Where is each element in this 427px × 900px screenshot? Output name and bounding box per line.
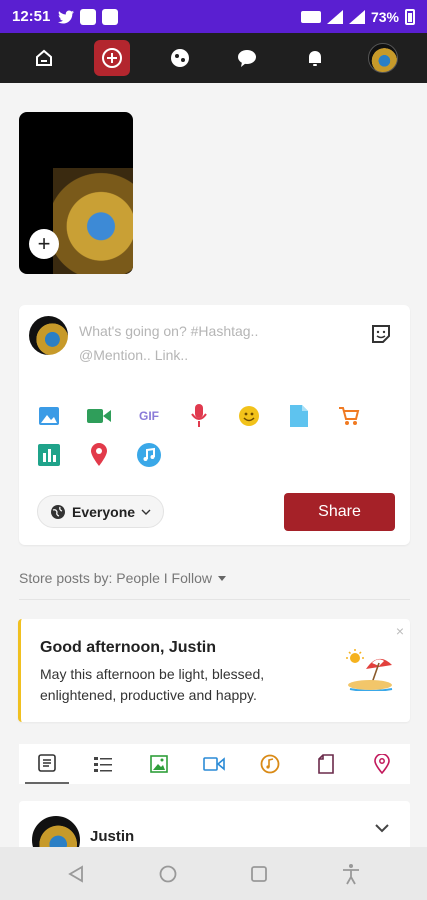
- profile-avatar: [368, 43, 399, 73]
- chat-icon: [238, 50, 257, 67]
- plus-icon[interactable]: +: [29, 229, 59, 259]
- battery-icon: [405, 8, 415, 25]
- add-story-card[interactable]: +: [19, 112, 133, 274]
- poll-icon: [38, 444, 60, 466]
- sticker-icon: [372, 325, 390, 343]
- feed-filter-label: Store posts by: People I Follow: [19, 570, 212, 586]
- home-icon: [35, 49, 52, 66]
- accessibility-icon[interactable]: [342, 863, 360, 885]
- photos-icon: [149, 755, 168, 773]
- explore-icon: [170, 49, 189, 67]
- close-icon[interactable]: ×: [396, 623, 404, 639]
- microphone-icon: [191, 404, 207, 427]
- chevron-down-icon[interactable]: [374, 823, 390, 833]
- status-time: 12:51: [12, 8, 51, 25]
- tab-photos[interactable]: [137, 744, 181, 784]
- location-button[interactable]: [87, 443, 111, 467]
- post-composer: What's going on? #Hashtag.. @Mention.. L…: [19, 305, 410, 545]
- videos-icon: [203, 757, 226, 771]
- placeholder-line-1: What's going on? #Hashtag..: [79, 323, 259, 339]
- notification-icons: [58, 8, 119, 25]
- greeting-title: Good afternoon, Justin: [40, 639, 216, 656]
- home-circle-icon[interactable]: [159, 865, 177, 883]
- battery-percent: 73%: [370, 8, 399, 25]
- feeling-button[interactable]: [237, 404, 261, 428]
- divider: [19, 599, 410, 600]
- gif-button[interactable]: GIF: [137, 404, 161, 428]
- text-list-icon: [93, 757, 112, 772]
- audience-value: Everyone: [72, 503, 136, 520]
- composer-avatar: [29, 316, 68, 355]
- greeting-message: May this afternoon be light, blessed, en…: [40, 666, 265, 703]
- system-indicators: 73%: [300, 8, 415, 25]
- chevron-down-icon: [141, 509, 151, 515]
- top-navigation: [0, 33, 427, 83]
- emoji-icon: [239, 406, 259, 426]
- image-button[interactable]: [37, 404, 61, 428]
- voice-button[interactable]: [187, 404, 211, 428]
- all-posts-icon: [38, 754, 56, 772]
- sell-button[interactable]: [337, 404, 361, 428]
- video-icon: [87, 409, 111, 423]
- story-thumbnail: [53, 168, 133, 274]
- twitter-icon: [58, 10, 75, 23]
- post-author-name[interactable]: Justin: [90, 828, 134, 845]
- music-disc-icon: [260, 754, 280, 774]
- post-type-tabs: [19, 744, 410, 784]
- feed-filter-dropdown[interactable]: Store posts by: People I Follow: [19, 570, 226, 586]
- tab-videos[interactable]: [192, 744, 236, 784]
- music-button[interactable]: [137, 443, 161, 467]
- signal-icon: [326, 9, 343, 24]
- globe-icon: [51, 504, 65, 519]
- vowifi-icon: [300, 10, 321, 23]
- tab-files[interactable]: [304, 744, 348, 784]
- cart-icon: [339, 407, 360, 425]
- music-icon: [137, 443, 161, 467]
- places-icon: [374, 754, 390, 774]
- greeting-card: Good afternoon, Justin May this afternoo…: [18, 619, 410, 722]
- profile-button[interactable]: [365, 40, 401, 76]
- notifications-button[interactable]: [297, 40, 333, 76]
- app-notification-icon: [80, 8, 97, 25]
- file-button[interactable]: [287, 404, 311, 428]
- tab-places[interactable]: [360, 744, 404, 784]
- tab-all[interactable]: [24, 744, 69, 784]
- location-icon: [91, 443, 107, 466]
- back-icon[interactable]: [67, 864, 85, 883]
- recents-icon[interactable]: [250, 865, 268, 883]
- attachment-tools: GIF: [37, 404, 377, 482]
- placeholder-line-2: @Mention.. Link..: [79, 347, 189, 363]
- tab-music[interactable]: [248, 744, 292, 784]
- bell-icon: [309, 51, 322, 66]
- files-icon: [318, 754, 334, 774]
- tab-text[interactable]: [81, 744, 125, 784]
- gallery-notification-icon: [102, 8, 119, 25]
- share-button[interactable]: Share: [284, 493, 395, 531]
- signal-icon-2: [348, 9, 365, 24]
- messages-button[interactable]: [229, 40, 265, 76]
- poll-button[interactable]: [37, 443, 61, 467]
- audience-select[interactable]: Everyone: [37, 495, 165, 528]
- image-icon: [39, 407, 59, 425]
- caret-down-icon: [218, 575, 226, 581]
- beach-umbrella-icon: [346, 649, 393, 691]
- status-bar: 12:51 73%: [0, 0, 427, 33]
- create-post-button[interactable]: [93, 40, 130, 76]
- home-button[interactable]: [26, 40, 62, 76]
- system-navigation-bar: [0, 847, 427, 900]
- create-post-icon: [101, 48, 122, 68]
- post-text-input[interactable]: What's going on? #Hashtag.. @Mention.. L…: [79, 319, 299, 367]
- sticker-button[interactable]: [370, 323, 392, 350]
- video-button[interactable]: [87, 404, 111, 428]
- file-icon: [290, 405, 308, 427]
- explore-button[interactable]: [162, 40, 198, 76]
